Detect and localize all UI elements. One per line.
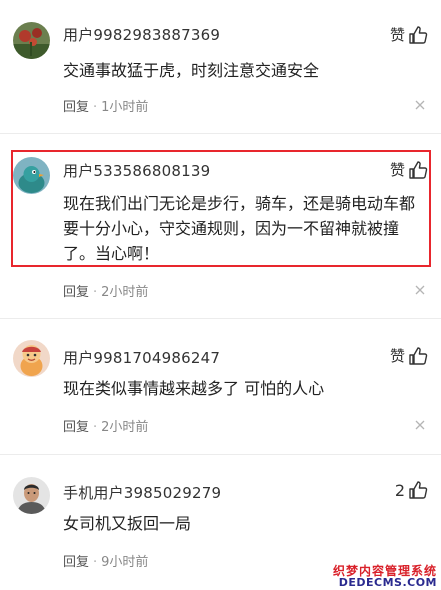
comment-text: 女司机又扳回一局 <box>63 514 192 533</box>
username[interactable]: 用户9982983887369 <box>63 24 220 45</box>
comment-item: 用户533586808139 赞 现在我们出门无论是步行，骑车，还是骑电动车都要… <box>0 135 441 320</box>
avatar[interactable] <box>13 22 50 59</box>
plant-avatar-icon <box>13 22 50 59</box>
person-avatar-icon <box>13 477 50 514</box>
bird-avatar-icon <box>13 157 50 194</box>
comment-text: 现在我们出门无论是步行，骑车，还是骑电动车都要十分小心，守交通规则，因为一不留神… <box>63 194 416 263</box>
timestamp: 2小时前 <box>101 420 149 435</box>
separator: · <box>93 100 98 115</box>
separator: · <box>93 285 98 300</box>
thumbs-up-icon <box>409 346 428 365</box>
watermark: 织梦内容管理系统 DEDECMS.COM <box>328 562 441 590</box>
comment-text: 交通事故猛于虎，时刻注意交通安全 <box>63 61 320 80</box>
timestamp: 2小时前 <box>101 285 149 300</box>
username[interactable]: 用户9981704986247 <box>63 347 220 368</box>
thumbs-up-icon <box>409 160 428 179</box>
username[interactable]: 手机用户3985029279 <box>63 482 221 503</box>
thumbs-up-icon <box>409 25 428 44</box>
comment-meta: 回复 · 1小时前 <box>63 96 148 115</box>
thumbs-up-icon <box>409 481 428 499</box>
like-button[interactable]: 赞 <box>390 345 428 366</box>
close-icon[interactable] <box>415 100 425 110</box>
like-label: 赞 <box>389 347 405 365</box>
avatar[interactable] <box>13 340 50 377</box>
cartoon-avatar-icon <box>13 340 50 377</box>
divider <box>0 318 441 319</box>
divider <box>0 133 441 134</box>
separator: · <box>93 420 98 435</box>
reply-link[interactable]: 回复 <box>63 555 89 570</box>
comment-meta: 回复 · 2小时前 <box>63 281 148 300</box>
username[interactable]: 用户533586808139 <box>63 160 210 181</box>
comment-meta: 回复 · 2小时前 <box>63 416 148 435</box>
close-icon[interactable] <box>415 420 425 430</box>
like-count: 2 <box>394 480 405 500</box>
avatar[interactable] <box>13 477 50 514</box>
avatar[interactable] <box>13 157 50 194</box>
like-label: 赞 <box>389 26 405 44</box>
like-button[interactable]: 赞 <box>390 24 428 45</box>
close-icon[interactable] <box>415 285 425 295</box>
reply-link[interactable]: 回复 <box>63 100 89 115</box>
like-button[interactable]: 2 <box>395 480 428 500</box>
timestamp: 9小时前 <box>101 555 149 570</box>
separator: · <box>93 555 98 570</box>
comment-text: 现在类似事情越来越多了 可怕的人心 <box>63 379 325 398</box>
like-label: 赞 <box>389 161 405 179</box>
comment-item: 用户9981704986247 赞 现在类似事情越来越多了 可怕的人心 回复 · 2… <box>0 320 441 455</box>
like-button[interactable]: 赞 <box>390 159 428 180</box>
comment-meta: 回复 · 9小时前 <box>63 551 148 570</box>
timestamp: 1小时前 <box>101 100 149 115</box>
reply-link[interactable]: 回复 <box>63 420 89 435</box>
comment-item: 用户9982983887369 赞 交通事故猛于虎，时刻注意交通安全 回复 · 1小… <box>0 0 441 135</box>
reply-link[interactable]: 回复 <box>63 285 89 300</box>
watermark-domain: DEDECMS.COM <box>338 576 437 589</box>
